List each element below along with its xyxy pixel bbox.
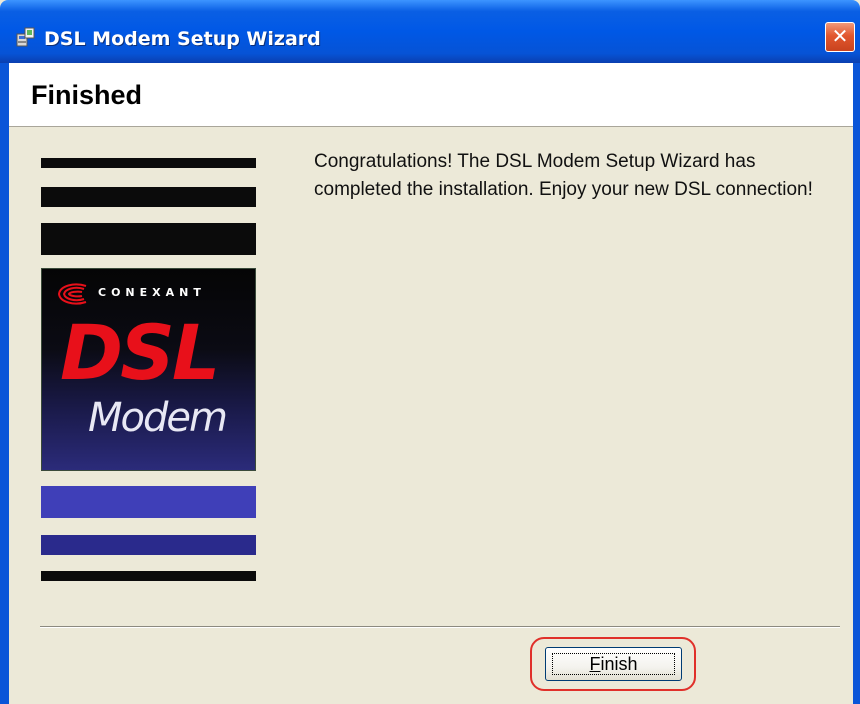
art-stripe	[41, 571, 256, 581]
title-bar[interactable]: DSL Modem Setup Wizard ✕	[0, 0, 860, 63]
logo-dsl: DSL	[60, 308, 220, 397]
close-icon: ✕	[831, 24, 849, 48]
finish-button-label: Finish	[552, 653, 675, 675]
window-title: DSL Modem Setup Wizard	[44, 28, 321, 50]
logo-modem: Modem	[88, 395, 228, 441]
finish-label-rest: inish	[600, 653, 638, 674]
logo-brand: CONEXANT	[98, 286, 206, 299]
art-stripe	[41, 187, 256, 207]
window-border-left	[0, 63, 9, 704]
window-border-right	[853, 63, 860, 704]
page-title: Finished	[31, 80, 143, 110]
art-stripe-blue	[41, 535, 256, 555]
button-separator	[40, 626, 840, 628]
art-stripe-blue	[41, 486, 256, 518]
art-stripe	[41, 223, 256, 255]
finish-button[interactable]: Finish	[545, 647, 682, 681]
conexant-dsl-logo: CONEXANT DSL Modem	[41, 268, 256, 471]
wizard-header: Finished	[9, 63, 853, 127]
completion-message: Congratulations! The DSL Modem Setup Wiz…	[314, 151, 813, 200]
conexant-swoosh-icon	[57, 283, 87, 305]
finish-accelerator: F	[589, 653, 601, 674]
art-stripe	[41, 158, 256, 168]
close-button[interactable]: ✕	[825, 22, 855, 52]
setup-icon	[16, 27, 35, 47]
